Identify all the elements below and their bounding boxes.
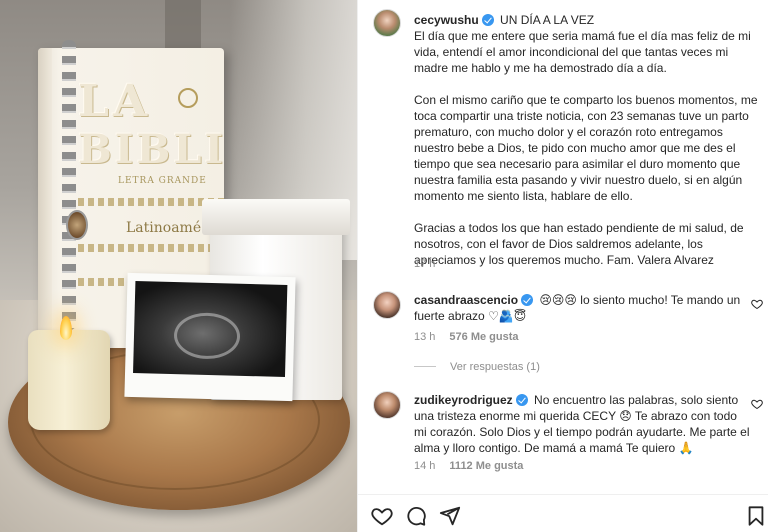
author-avatar[interactable] [373,9,401,37]
commenter-avatar[interactable] [373,391,401,419]
rosary [62,40,76,330]
comment-likes[interactable]: 576 Me gusta [449,331,518,343]
comment-text: una tristeza enorme mi querida CECY [414,409,616,423]
caption-line: vida, entendí el amor incondicional del … [414,45,729,59]
candle-flame [60,316,72,340]
caption-line: toca compartir una triste noticia, con 2… [414,109,749,123]
view-replies-link[interactable]: Ver respuestas (1) [414,361,540,373]
post-caption: cecywushu UN DÍA A LA VEZ El día que me … [414,12,758,268]
book-subtitle: LETRA GRANDE [118,176,207,186]
heart-icon[interactable] [371,505,393,527]
rosary-medal [66,210,88,240]
bookmark-icon[interactable] [745,505,767,527]
caption-line: tiempo que sea necesario para asimilar e… [414,157,741,171]
comment-time: 13 h [414,331,436,343]
verified-badge-icon [481,14,494,26]
urn-lid [202,199,350,235]
comment-icon[interactable] [405,505,427,527]
verified-badge-icon [515,394,528,406]
post-image[interactable]: LA BIBLIA LETRA GRANDE Latinoamé [0,0,357,532]
post-title: UN DÍA A LA VEZ [500,13,595,27]
heart-icon[interactable] [751,398,763,410]
candle [28,330,110,430]
caption-line: momento me siento lista, hablare de ello… [414,189,633,203]
comment-text: Te abrazo con todo [634,409,737,423]
book-title-line1: LA [78,76,152,127]
comment-emoji: 😢😢😢 [539,293,577,307]
comment: casandraascencio 😢😢😢 lo siento mucho! Te… [414,292,744,324]
share-icon[interactable] [439,505,461,527]
comment-likes[interactable]: 1112 Me gusta [449,460,523,472]
comment-text: alma y lloro contigo. De mamá a mamá Te … [414,441,676,455]
book-ornament-band [78,244,224,252]
ultrasound-photo [124,272,296,402]
heart-icon[interactable] [751,298,763,310]
caption-line: prematuro, con mucho dolor y el corazón … [414,125,723,139]
caption-line: nosotros, con el favor de Dios saldremos… [414,237,703,251]
caption-line: Gracias a todos los que han estado pendi… [414,221,744,235]
caption-line: Con el mismo cariño que te comparto los … [414,93,758,107]
caption-line: apreciamos y los queremos mucho. Fam. Va… [414,253,714,267]
commenter-username[interactable]: zudikeyrodriguez [414,393,513,407]
book-title-line2: BIBLIA [78,126,224,173]
caption-line: El día que me entere que seria mamá fue … [414,29,751,43]
comment: zudikeyrodriguez No encuentro las palabr… [414,392,754,456]
comment-meta: 13 h 576 Me gusta [414,331,519,343]
caption-line: nuestra familia esta pasando y vivir nue… [414,173,743,187]
verified-badge-icon [521,294,534,306]
comment-emoji: ♡🫂😇 [488,309,527,323]
commenter-avatar[interactable] [373,291,401,319]
author-username[interactable]: cecywushu [414,13,479,27]
caption-line: nuestro bebe a Dios, te pido con mucho a… [414,141,736,155]
comment-text: fuerte abrazo [414,309,485,323]
commenter-username[interactable]: casandraascencio [414,293,518,307]
comment-emoji: 🙏 [678,441,694,455]
comment-text: lo siento mucho! Te mando un [580,293,741,307]
caption-header: cecywushu UN DÍA A LA VEZ [414,12,744,28]
ultrasound-scan [133,281,288,377]
comment-time: 14 h [414,460,436,472]
book-spine [38,48,52,348]
comment-text: No encuentro las palabras, solo siento [534,393,739,407]
comment-meta: 14 h 1112 Me gusta [414,460,523,472]
post-timestamp: 17 h [414,258,436,270]
comment-text: mi corazón. Solo Dios y el tiempo podrán… [414,425,750,439]
caption-line: madre me hablo y me ha demostrado día a … [414,61,667,75]
book-seal-icon [178,88,198,108]
book-brand: Latinoamé [126,220,202,236]
comment-emoji: 😞 [619,409,632,423]
